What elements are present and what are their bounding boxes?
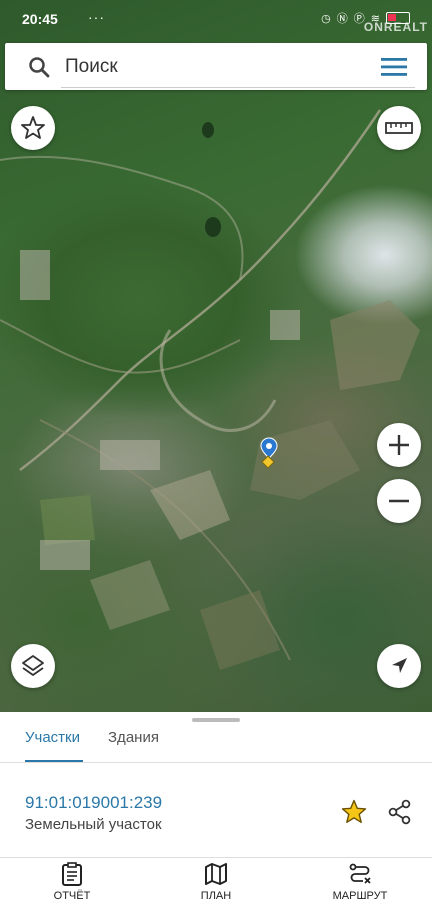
favorites-button[interactable] [11, 106, 55, 150]
search-underline [61, 87, 415, 88]
navigation-arrow-icon [392, 658, 407, 673]
nav-report-label: ОТЧЁТ [53, 890, 91, 902]
sheet-drag-handle[interactable] [192, 718, 240, 722]
status-notifications: ··· [88, 9, 105, 25]
location-pin-icon[interactable] [258, 436, 288, 470]
map-icon [205, 863, 227, 885]
zoom-out-button[interactable] [377, 479, 421, 523]
status-bar: 20:45 ··· ◷ Ⓝ Ⓟ ≋ ONREALT [0, 0, 432, 38]
zoom-in-button[interactable] [377, 423, 421, 467]
alarm-icon: ◷ [321, 12, 331, 25]
minus-icon [389, 499, 409, 503]
layers-button[interactable] [11, 644, 55, 688]
favorite-star-icon[interactable] [340, 798, 368, 826]
tabs-divider [0, 762, 432, 763]
parcel-type: Земельный участок [25, 816, 162, 833]
nav-plan-label: ПЛАН [200, 890, 232, 902]
app-root: 20:45 ··· ◷ Ⓝ Ⓟ ≋ ONREALT Поиск Участки … [0, 0, 432, 910]
clipboard-icon [62, 862, 82, 886]
nav-report[interactable]: ОТЧЁТ [22, 862, 122, 902]
tab-parcels[interactable]: Участки [25, 729, 80, 746]
share-icon[interactable] [386, 798, 414, 826]
search-input[interactable]: Поиск [65, 56, 118, 78]
satellite-map[interactable] [0, 0, 432, 712]
bottom-navigation: ОТЧЁТ ПЛАН МАРШРУТ [0, 858, 432, 910]
menu-icon[interactable] [381, 57, 407, 77]
star-outline-icon [21, 116, 45, 139]
layers-icon [22, 655, 44, 676]
watermark-logo: ONREALT [363, 20, 428, 34]
parcel-cadastral-number[interactable]: 91:01:019001:239 [25, 793, 162, 813]
ruler-button[interactable] [377, 106, 421, 150]
my-location-button[interactable] [377, 644, 421, 688]
nav-route-label: МАРШРУТ [332, 890, 388, 902]
route-icon [349, 863, 371, 884]
search-icon[interactable] [27, 55, 51, 79]
tab-buildings[interactable]: Здания [108, 729, 159, 746]
nfc-icon: Ⓝ [336, 13, 348, 25]
status-time: 20:45 [22, 11, 58, 27]
map-features [0, 109, 420, 670]
search-bar[interactable]: Поиск [5, 43, 427, 90]
nav-route[interactable]: МАРШРУТ [310, 862, 410, 902]
ruler-icon [385, 122, 413, 134]
nav-plan[interactable]: ПЛАН [166, 862, 266, 902]
plus-icon [389, 435, 409, 455]
